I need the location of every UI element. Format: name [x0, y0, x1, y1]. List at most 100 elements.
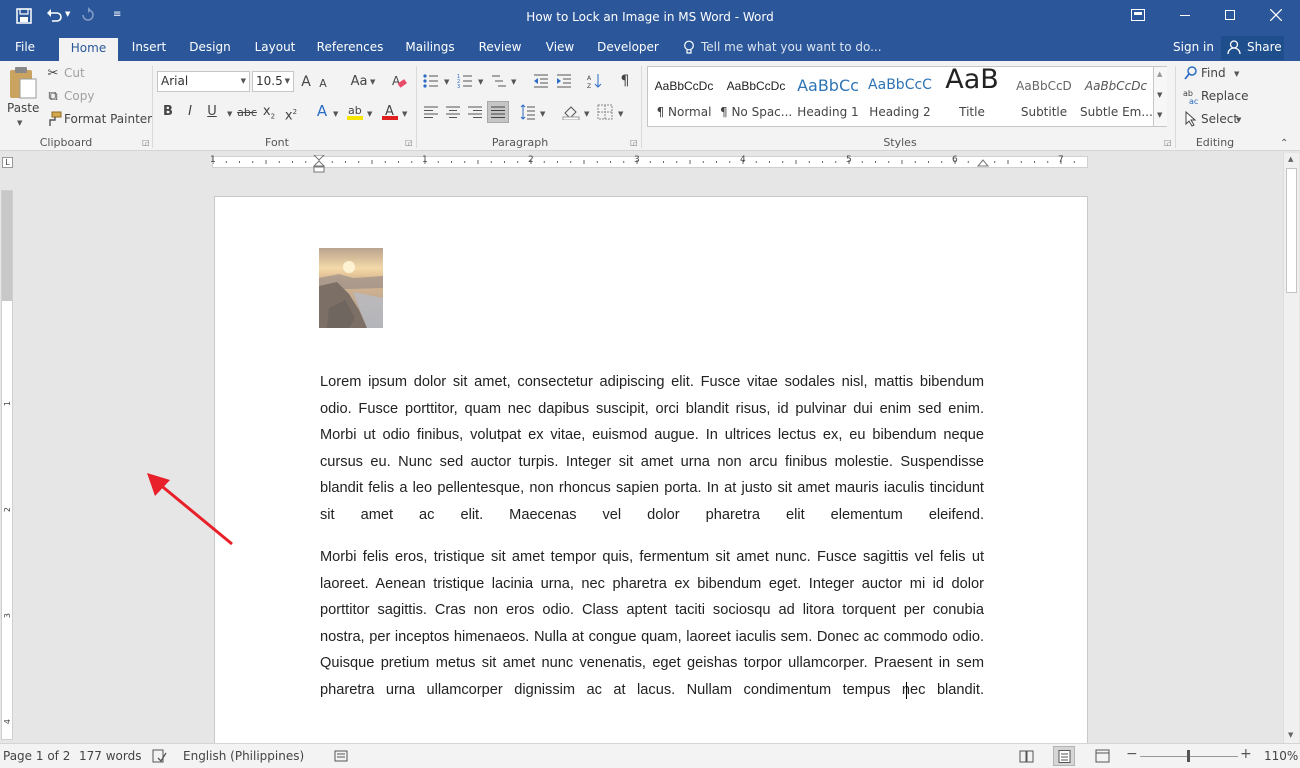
- read-mode-icon[interactable]: [1019, 749, 1034, 763]
- grow-font-icon[interactable]: A: [299, 74, 313, 90]
- highlight-icon[interactable]: ab: [346, 103, 364, 121]
- inserted-image[interactable]: [319, 248, 383, 328]
- customize-qat-icon[interactable]: ≡: [113, 9, 121, 20]
- minimize-button[interactable]: [1180, 15, 1190, 16]
- text-effects-dropdown-icon[interactable]: ▼: [333, 110, 338, 118]
- shading-dropdown-icon[interactable]: ▼: [584, 110, 589, 118]
- copy-button[interactable]: Copy: [64, 89, 94, 103]
- chevron-up-icon[interactable]: ▲: [1157, 70, 1162, 78]
- multilevel-dropdown-icon[interactable]: ▼: [511, 78, 516, 86]
- indent-marker[interactable]: [313, 155, 325, 175]
- cut-button[interactable]: Cut: [64, 66, 85, 80]
- clear-formatting-icon[interactable]: A: [391, 73, 407, 89]
- sort-icon[interactable]: AZ: [587, 73, 603, 89]
- strikethrough-button[interactable]: abc: [237, 105, 257, 121]
- paste-icon[interactable]: [8, 66, 38, 100]
- bullets-dropdown-icon[interactable]: ▼: [444, 78, 449, 86]
- word-count[interactable]: 177 words: [79, 749, 141, 763]
- paste-dropdown-icon[interactable]: ▼: [17, 119, 22, 127]
- shrink-font-icon[interactable]: A: [317, 76, 329, 92]
- tab-selector[interactable]: L: [2, 157, 13, 168]
- italic-button[interactable]: I: [183, 104, 197, 120]
- bullets-icon[interactable]: [423, 73, 439, 89]
- paragraph-1[interactable]: Lorem ipsum dolor sit amet, consectetur …: [320, 369, 984, 523]
- tab-file[interactable]: File: [8, 36, 42, 61]
- select-button[interactable]: Select: [1201, 112, 1238, 126]
- line-spacing-icon[interactable]: [520, 104, 536, 120]
- vertical-scrollbar[interactable]: ▲ ▼: [1283, 153, 1299, 743]
- tab-insert[interactable]: Insert: [128, 36, 170, 61]
- share-button[interactable]: Share: [1221, 36, 1284, 60]
- borders-dropdown-icon[interactable]: ▼: [618, 110, 623, 118]
- zoom-in-button[interactable]: +: [1240, 746, 1252, 762]
- right-indent-marker[interactable]: [977, 159, 989, 169]
- font-launcher-icon[interactable]: ◲: [405, 138, 413, 147]
- restore-button[interactable]: [1225, 10, 1235, 20]
- undo-dropdown-icon[interactable]: ▼: [65, 10, 70, 18]
- line-spacing-dropdown-icon[interactable]: ▼: [540, 110, 545, 118]
- close-button[interactable]: [1270, 9, 1282, 21]
- vertical-ruler[interactable]: 1 2 3 4: [1, 190, 13, 740]
- paragraph-2[interactable]: Morbi felis eros, tristique sit amet tem…: [320, 544, 984, 698]
- find-dropdown-icon[interactable]: ▼: [1234, 70, 1239, 78]
- align-left-icon[interactable]: [423, 104, 439, 120]
- macro-record-icon[interactable]: [334, 749, 348, 763]
- highlight-dropdown-icon[interactable]: ▼: [367, 110, 372, 118]
- horizontal-ruler[interactable]: 1 1 2 3 4 5 6 7: [210, 155, 1088, 173]
- proofing-icon[interactable]: [152, 749, 167, 763]
- tell-me-search[interactable]: Tell me what you want to do...: [701, 40, 882, 54]
- tab-review[interactable]: Review: [476, 36, 524, 61]
- change-case-icon[interactable]: Aa: [349, 74, 369, 90]
- document-page[interactable]: Lorem ipsum dolor sit amet, consectetur …: [214, 196, 1088, 756]
- subscript-button[interactable]: x2: [262, 104, 276, 125]
- style-subtitle[interactable]: AaBbCcD Subtitle: [1008, 67, 1080, 127]
- redo-icon[interactable]: [80, 7, 96, 23]
- tab-mailings[interactable]: Mailings: [402, 36, 458, 61]
- underline-dropdown-icon[interactable]: ▼: [227, 110, 232, 118]
- tab-home[interactable]: Home: [59, 38, 118, 61]
- multilevel-list-icon[interactable]: [491, 73, 507, 89]
- styles-launcher-icon[interactable]: ◲: [1164, 138, 1172, 147]
- underline-button[interactable]: U: [205, 104, 219, 120]
- scroll-down-icon[interactable]: ▼: [1288, 731, 1293, 739]
- style-normal[interactable]: AaBbCcDc ¶ Normal: [648, 67, 720, 127]
- text-effects-icon[interactable]: A: [314, 103, 330, 119]
- style-title[interactable]: AaB Title: [936, 64, 1008, 127]
- align-right-icon[interactable]: [467, 104, 483, 120]
- align-center-icon[interactable]: [445, 104, 461, 120]
- font-color-icon[interactable]: A: [381, 103, 399, 121]
- zoom-out-button[interactable]: −: [1126, 746, 1138, 762]
- style-subtle-emphasis[interactable]: AaBbCcDc Subtle Em...: [1080, 67, 1152, 127]
- style-heading-1[interactable]: AaBbCc Heading 1: [792, 67, 864, 127]
- increase-indent-icon[interactable]: [556, 73, 572, 89]
- styles-scroll[interactable]: ▲ ▼ ▼: [1153, 67, 1167, 126]
- format-painter-button[interactable]: Format Painter: [64, 112, 152, 126]
- select-dropdown-icon[interactable]: ▼: [1236, 116, 1241, 124]
- clipboard-launcher-icon[interactable]: ◲: [142, 138, 150, 147]
- language-indicator[interactable]: English (Philippines): [183, 749, 304, 763]
- page-count[interactable]: Page 1 of 2: [3, 749, 70, 763]
- shading-icon[interactable]: [562, 104, 580, 120]
- chevron-down-icon[interactable]: ▼: [1157, 91, 1162, 99]
- zoom-slider-thumb[interactable]: [1187, 750, 1190, 762]
- superscript-button[interactable]: x2: [284, 104, 298, 124]
- sign-in-link[interactable]: Sign in: [1173, 40, 1214, 54]
- paragraph-launcher-icon[interactable]: ◲: [630, 138, 638, 147]
- decrease-indent-icon[interactable]: [533, 73, 549, 89]
- paste-label[interactable]: Paste: [7, 101, 39, 115]
- scrollbar-thumb[interactable]: [1286, 168, 1297, 293]
- tab-view[interactable]: View: [542, 36, 578, 61]
- web-layout-icon[interactable]: [1095, 749, 1110, 763]
- font-color-dropdown-icon[interactable]: ▼: [402, 110, 407, 118]
- save-icon[interactable]: [16, 8, 32, 24]
- tab-layout[interactable]: Layout: [252, 36, 298, 61]
- change-case-dropdown-icon[interactable]: ▼: [370, 78, 375, 86]
- undo-icon[interactable]: [46, 7, 62, 23]
- replace-button[interactable]: Replace: [1201, 89, 1248, 103]
- tab-developer[interactable]: Developer: [596, 36, 660, 61]
- numbering-icon[interactable]: 123: [457, 73, 473, 89]
- style-no-spacing[interactable]: AaBbCcDc ¶ No Spac...: [720, 67, 792, 127]
- scroll-up-icon[interactable]: ▲: [1288, 155, 1293, 163]
- tab-design[interactable]: Design: [186, 36, 234, 61]
- font-name-select[interactable]: Arial ▼: [157, 71, 250, 92]
